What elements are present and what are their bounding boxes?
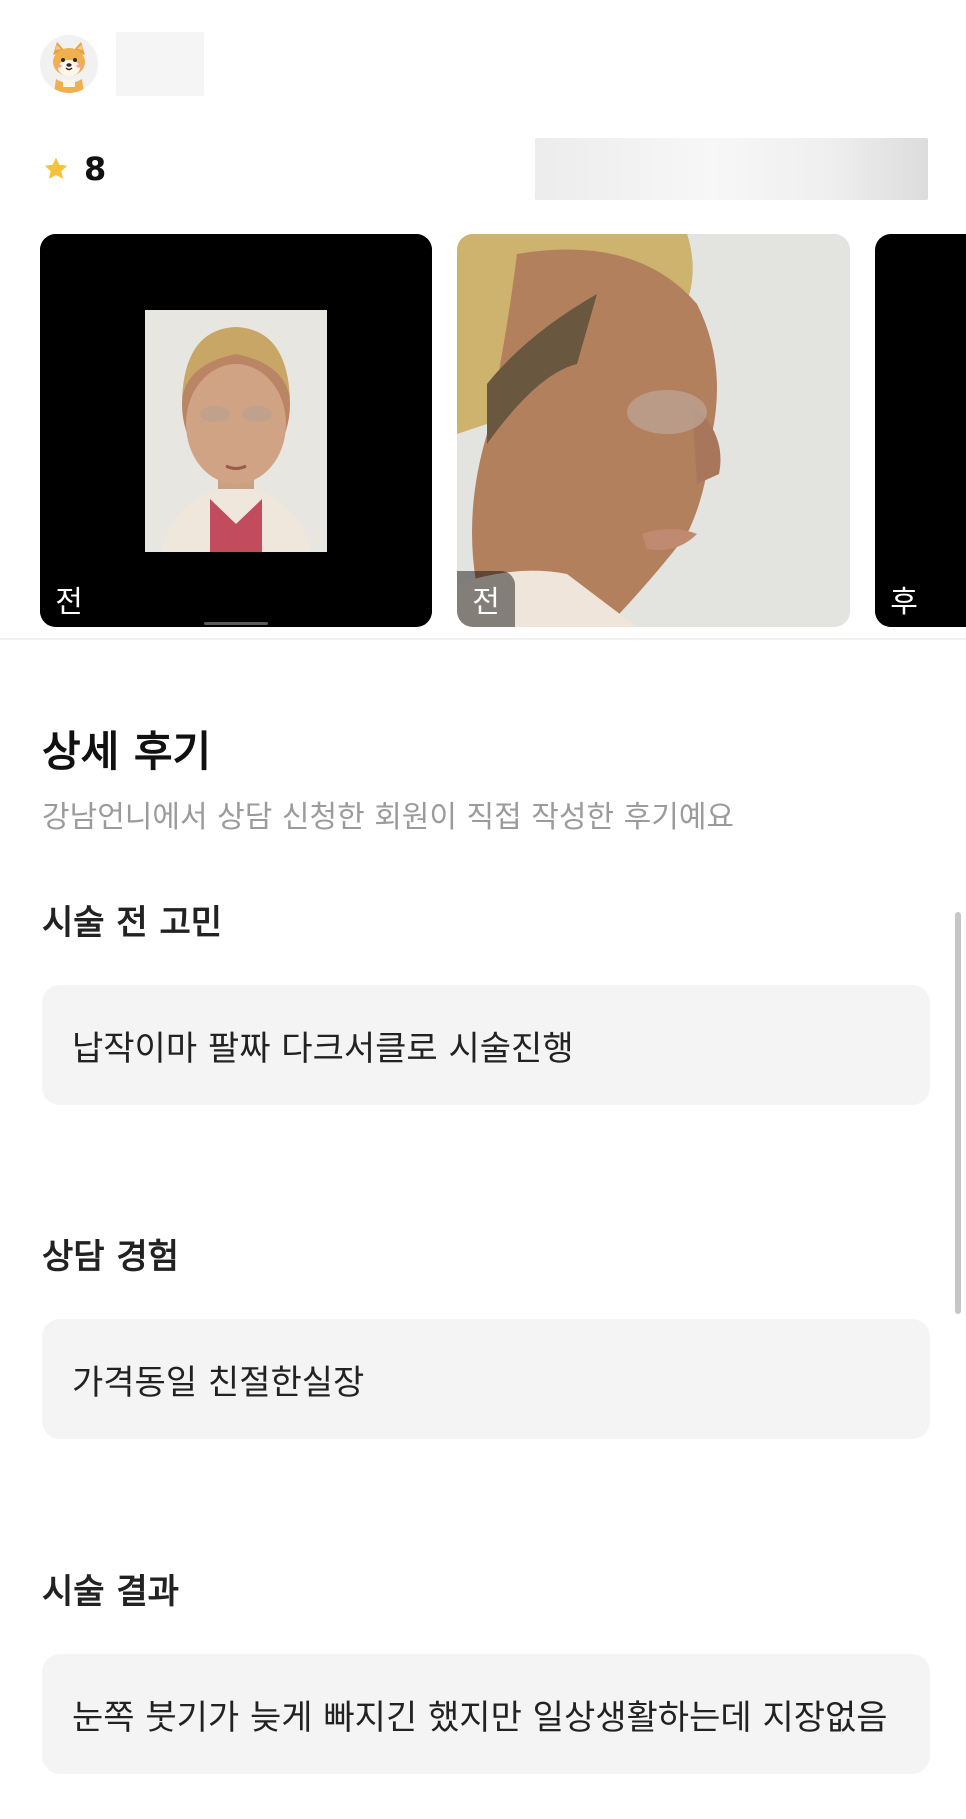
before-tag: 전 — [457, 571, 515, 627]
before-photo-front[interactable]: 전 — [40, 234, 432, 627]
page-scrollbar[interactable] — [955, 912, 961, 1314]
front-face-photo — [40, 234, 432, 627]
detail-review-subtitle: 강남언니에서 상담 신청한 회원이 직접 작성한 후기예요 — [42, 800, 735, 835]
answer-box: 가격동일 친절한실장 — [42, 1319, 930, 1439]
question-title: 시술 결과 — [42, 1572, 179, 1612]
photo-carousel[interactable]: 전 전 후 — [0, 234, 966, 629]
before-photo-side[interactable]: 전 — [457, 234, 850, 627]
question-title: 상담 경험 — [42, 1237, 179, 1277]
rating-value: 8 — [84, 150, 107, 188]
answer-text: 가격동일 친절한실장 — [72, 1362, 365, 1403]
answer-box: 눈쪽 붓기가 늦게 빠지긴 했지만 일상생활하는데 지장없음 — [42, 1654, 930, 1774]
before-tag: 전 — [55, 585, 83, 620]
star-icon — [44, 157, 68, 179]
review-header — [40, 32, 204, 96]
detail-review-title: 상세 후기 — [42, 727, 212, 776]
side-face-photo — [457, 234, 850, 627]
carousel-indicator — [204, 622, 268, 625]
answer-box: 납작이마 팔짜 다크서클로 시술진행 — [42, 985, 930, 1105]
after-photo[interactable]: 후 — [875, 234, 966, 627]
shiba-dog-avatar-icon[interactable] — [40, 35, 98, 93]
question-title: 시술 전 고민 — [42, 903, 223, 943]
blurred-info — [535, 138, 928, 200]
answer-text: 눈쪽 붓기가 늦게 빠지긴 했지만 일상생활하는데 지장없음 — [72, 1697, 888, 1738]
after-tag: 후 — [875, 571, 933, 627]
answer-text: 납작이마 팔짜 다크서클로 시술진행 — [72, 1028, 574, 1069]
section-divider — [0, 638, 966, 640]
blurred-username — [116, 32, 204, 96]
rating: 8 — [42, 150, 106, 188]
